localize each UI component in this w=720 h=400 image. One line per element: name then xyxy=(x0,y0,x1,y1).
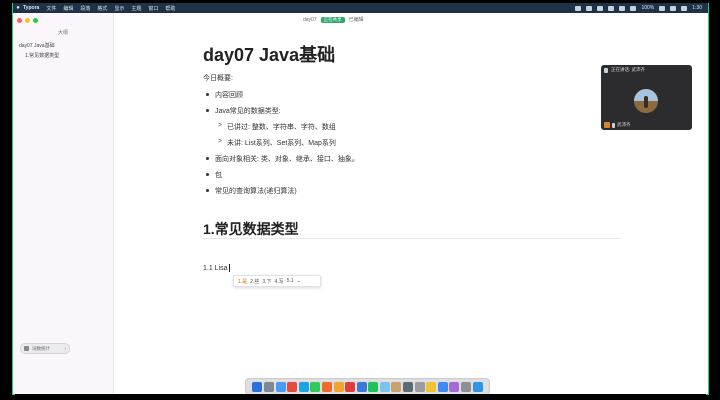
dock-app-icon[interactable] xyxy=(426,381,437,392)
wifi-icon[interactable] xyxy=(630,5,637,11)
menu-paragraph[interactable]: 段落 xyxy=(80,5,90,12)
dock-app-icon[interactable] xyxy=(333,381,344,392)
menu-theme[interactable]: 主题 xyxy=(131,5,141,12)
dock-app-icon[interactable] xyxy=(379,381,390,392)
status-area: 100% 1:30 xyxy=(575,5,708,11)
dock-app-icon[interactable] xyxy=(414,381,425,392)
ime-candidate[interactable]: 4.写 xyxy=(275,278,284,285)
dock-app-icon[interactable] xyxy=(263,381,274,392)
status-icon[interactable] xyxy=(586,5,593,11)
ime-candidate-bar: 1.是 2.些 3.下 4.写 5.1 ⌄ xyxy=(233,275,321,287)
status-icon[interactable] xyxy=(597,5,604,11)
video-header: 正在讲话: 武沛齐 xyxy=(601,65,692,75)
outline-item-day07[interactable]: day07 Java基础 xyxy=(19,42,55,49)
minimize-window-icon[interactable] xyxy=(25,18,30,23)
heading-divider xyxy=(203,238,621,239)
bullet-item[interactable]: 包 xyxy=(206,170,222,180)
edit-status: 已编辑 xyxy=(348,17,364,23)
bullet-item[interactable]: 内容回顾 xyxy=(206,90,243,100)
ime-candidate[interactable]: 1.是 xyxy=(238,278,247,285)
section-heading[interactable]: 1.常见数据类型 xyxy=(203,219,299,239)
dock-app-icon[interactable] xyxy=(403,381,414,392)
dock-app-icon[interactable] xyxy=(461,381,472,392)
bullet-item[interactable]: 常见的查询算法(递归算法) xyxy=(206,186,297,196)
dock xyxy=(245,378,490,394)
menu-window[interactable]: 窗口 xyxy=(148,5,158,12)
sub-item-text: 已讲过: 整数、字符串、字符、数组 xyxy=(227,124,336,131)
wechat-icon[interactable] xyxy=(608,5,615,11)
screen-share-chip[interactable]: 正在共享 xyxy=(320,16,345,23)
dock-app-icon[interactable] xyxy=(356,381,367,392)
dock-app-icon[interactable] xyxy=(472,381,483,392)
text-caret xyxy=(228,264,230,272)
participant-name: 武沛齐 xyxy=(617,122,631,127)
dock-app-icon[interactable] xyxy=(298,381,309,392)
document-title-label: day07 xyxy=(303,16,317,23)
dock-app-icon[interactable] xyxy=(391,381,402,392)
battery-label: 100% xyxy=(641,5,655,11)
dock-app-icon[interactable] xyxy=(437,381,448,392)
document-title[interactable]: day07 Java基础 xyxy=(203,41,335,67)
ime-candidate[interactable]: 5.1 xyxy=(287,278,294,284)
participant-badge-icon xyxy=(604,122,610,128)
close-window-icon[interactable] xyxy=(17,18,22,23)
status-icon[interactable] xyxy=(575,5,582,11)
sub-item-marker: > xyxy=(218,138,223,145)
menu-help[interactable]: 帮助 xyxy=(165,5,175,12)
participant-avatar xyxy=(634,89,658,113)
window-titlebar: day07 正在共享 已编辑 xyxy=(303,16,364,23)
sub-item-text: 未讲: List系列、Set系列、Map系列 xyxy=(227,140,336,147)
dock-app-icon[interactable] xyxy=(275,381,286,392)
menu-edit[interactable]: 编辑 xyxy=(63,5,73,12)
sub-item-marker: > xyxy=(218,122,223,129)
video-call-window[interactable]: 正在讲话: 武沛齐 武沛齐 xyxy=(601,65,692,130)
bullet-item[interactable]: Java常见的数据类型: xyxy=(206,106,281,116)
ime-more-icon[interactable]: ⌄ xyxy=(297,278,301,284)
dock-app-icon[interactable] xyxy=(310,381,321,392)
word-count-pill[interactable]: 词数统计 › xyxy=(20,343,70,354)
chevron-right-icon: › xyxy=(64,346,67,351)
overview-label[interactable]: 今日概要: xyxy=(203,73,233,83)
dock-app-icon[interactable] xyxy=(252,381,263,392)
microphone-icon xyxy=(612,122,615,128)
dock-app-icon[interactable] xyxy=(321,381,332,392)
control-center-icon[interactable] xyxy=(681,5,688,11)
maximize-window-icon[interactable] xyxy=(33,18,38,23)
menu-bar: ● Typora 文件 编辑 段落 格式 显示 主题 窗口 帮助 100% 1:… xyxy=(13,3,708,13)
sidebar-outline: 大纲 day07 Java基础 1.常见数据类型 词数统计 › xyxy=(13,13,114,394)
bullet-item[interactable]: 面向对象相关: 类、对象、继承、接口、抽象。 xyxy=(206,154,359,164)
menu-format[interactable]: 格式 xyxy=(97,5,107,12)
dock-app-icon[interactable] xyxy=(449,381,460,392)
menu-app-name[interactable]: Typora xyxy=(23,5,39,11)
clock[interactable]: 1:30 xyxy=(692,5,702,11)
word-count-icon xyxy=(24,346,29,351)
sub-item[interactable]: > 未讲: List系列、Set系列、Map系列 xyxy=(218,138,336,148)
word-count-label: 词数统计 xyxy=(32,345,50,351)
menu-file[interactable]: 文件 xyxy=(46,5,56,12)
dock-app-icon[interactable] xyxy=(368,381,379,392)
microphone-icon xyxy=(604,67,608,73)
editing-line[interactable]: 1.1 Lisa xyxy=(203,264,230,272)
video-footer: 武沛齐 xyxy=(604,122,631,128)
status-icon[interactable] xyxy=(619,5,626,11)
outline-item-data-types[interactable]: 1.常见数据类型 xyxy=(25,52,59,59)
outline-heading: 大纲 xyxy=(57,30,68,36)
battery-icon[interactable] xyxy=(659,5,666,11)
window-controls xyxy=(17,18,38,23)
search-icon[interactable] xyxy=(670,5,677,11)
dock-app-icon[interactable] xyxy=(287,381,298,392)
desktop: ● Typora 文件 编辑 段落 格式 显示 主题 窗口 帮助 100% 1:… xyxy=(13,3,708,394)
dock-app-icon[interactable] xyxy=(345,381,356,392)
ime-candidate[interactable]: 3.下 xyxy=(262,278,271,285)
apple-icon[interactable]: ● xyxy=(13,5,23,11)
sub-item[interactable]: > 已讲过: 整数、字符串、字符、数组 xyxy=(218,122,336,132)
editing-line-text: 1.1 Lisa xyxy=(203,264,228,272)
speaking-caption: 正在讲话: 武沛齐 xyxy=(611,67,645,72)
ime-candidate[interactable]: 2.些 xyxy=(250,278,259,285)
menu-view[interactable]: 显示 xyxy=(114,5,124,12)
